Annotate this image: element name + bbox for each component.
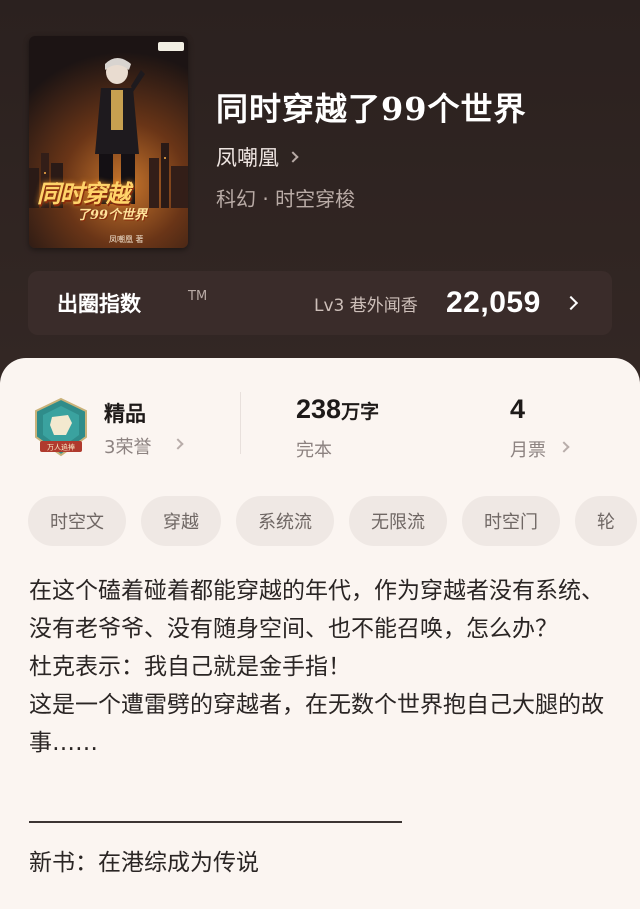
- medal-banner-text: 万人追捧: [47, 443, 75, 452]
- author-name: 凤嘲凰: [216, 146, 279, 170]
- author-link[interactable]: 凤嘲凰: [216, 142, 299, 172]
- monthly-ticket-count: 4: [510, 394, 526, 424]
- index-value: 22,059: [446, 286, 541, 319]
- honor-medal-icon[interactable]: 万人追捧: [32, 397, 90, 459]
- tag-chip[interactable]: 无限流: [349, 496, 447, 546]
- word-count: 238万字: [296, 394, 379, 425]
- new-book-note: 新书：在港综成为传说: [29, 850, 259, 876]
- synopsis-paragraph: 在这个磕着碰着都能穿越的年代，作为穿越者没有系统、没有老爷爷、没有随身空间、也不…: [29, 578, 604, 642]
- book-title: 同时穿越了99个世界: [216, 90, 527, 128]
- chevron-right-icon: [287, 151, 299, 163]
- book-synopsis: 在这个磕着碰着都能穿越的年代，作为穿越者没有系统、没有老爷爷、没有随身空间、也不…: [29, 572, 619, 762]
- chevron-right-icon: [563, 295, 579, 311]
- cover-author-art: 凤嘲凰 著: [109, 235, 144, 244]
- publisher-badge: [158, 42, 184, 51]
- monthly-ticket-label[interactable]: 月票: [510, 436, 546, 462]
- honor-count[interactable]: 3荣誉: [104, 433, 151, 459]
- completion-status: 完本: [296, 440, 332, 461]
- stat-divider: [240, 392, 241, 454]
- tag-chip[interactable]: 时空文: [28, 496, 126, 546]
- tag-chip[interactable]: 时空门: [462, 496, 560, 546]
- index-label: 出圈指数: [57, 292, 141, 316]
- separator-line: [29, 821, 402, 823]
- word-count-value: 238: [296, 394, 342, 424]
- tag-list: 时空文 穿越 系统流 无限流 时空门 轮: [28, 496, 640, 546]
- trademark-mark: TM: [188, 289, 208, 304]
- synopsis-paragraph: 杜克表示：我自己就是金手指！: [29, 654, 351, 680]
- tag-chip[interactable]: 系统流: [236, 496, 334, 546]
- book-cover[interactable]: 同时穿越 了99个世界 凤嘲凰 著: [29, 36, 188, 248]
- tag-chip[interactable]: 穿越: [141, 496, 221, 546]
- index-level: Lv3 巷外闻香: [314, 295, 418, 316]
- cover-subtitle-art: 了99个世界: [77, 208, 148, 223]
- word-count-unit: 万字: [341, 401, 380, 423]
- honor-title: 精品: [104, 402, 146, 426]
- book-genre: 科幻 · 时空穿梭: [216, 187, 356, 211]
- book-header: 同时穿越 了99个世界 凤嘲凰 著 同时穿越了99个世界 凤嘲凰 科幻 · 时空…: [0, 0, 640, 380]
- tag-chip[interactable]: 轮: [575, 496, 637, 546]
- popularity-index-bar[interactable]: 出圈指数 TM Lv3 巷外闻香 22,059: [28, 271, 612, 335]
- synopsis-paragraph: 这是一个遭雷劈的穿越者，在无数个世界抱自己大腿的故事……: [29, 692, 604, 756]
